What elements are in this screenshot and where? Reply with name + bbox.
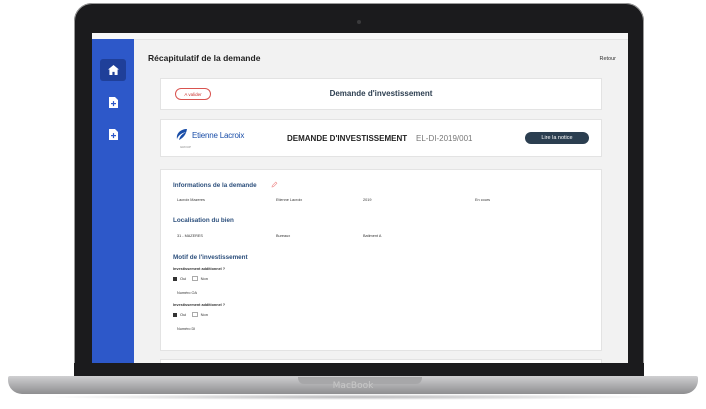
numero-di-label: Numéro DI (177, 327, 196, 331)
sidebar-item-new-request[interactable] (100, 91, 126, 113)
page-title: Récapitulatif de la demande (148, 53, 261, 63)
radio-label-oui: Oui (180, 276, 187, 282)
radio-group-2: Oui Non (173, 312, 208, 318)
radio-non[interactable] (192, 312, 198, 318)
numero-oa-label: Numéro OA (177, 291, 198, 295)
logo-text: Etienne Lacroix (192, 130, 245, 140)
document-add-icon (108, 96, 118, 108)
section-location-title: Localisation du bien (173, 217, 234, 224)
radio-group-1: Oui Non (173, 276, 208, 282)
question-additional-2: Investissement additionnel ? (173, 303, 226, 307)
info-value: En cours (475, 198, 490, 202)
screen-bezel-bottom (74, 363, 644, 376)
radio-oui-selected[interactable] (173, 312, 177, 317)
device-brand-label: MacBook (332, 381, 374, 391)
location-value: 31 - MAZERES (177, 234, 203, 238)
laptop-shadow (40, 394, 666, 400)
location-value: Batiment A (363, 234, 382, 238)
info-value: Etienne Lacroix (276, 198, 303, 202)
radio-label-oui: Oui (180, 312, 187, 318)
info-value: Lacroix Mazeres (177, 198, 205, 202)
radio-label-non: Non (200, 276, 208, 282)
pencil-icon[interactable] (271, 181, 278, 188)
laptop-frame: Récapitulatif de la demande Retour A val… (0, 0, 706, 409)
document-add-icon (108, 128, 118, 140)
main-content: Récapitulatif de la demande Retour A val… (134, 39, 628, 363)
logo-swoosh-icon (176, 129, 187, 140)
section-motive-title: Motif de l'investissement (173, 254, 248, 261)
document-title: DEMANDE D'INVESTISSEMENT (287, 134, 408, 143)
screen: Récapitulatif de la demande Retour A val… (92, 33, 628, 363)
location-value: Bureaux (276, 234, 291, 238)
request-type-title: Demande d'investissement (329, 89, 433, 98)
radio-non[interactable] (192, 276, 198, 282)
home-icon (107, 65, 119, 75)
question-additional-1: Investissement additionnel ? (173, 267, 226, 271)
logo-subtitle: GROUP (180, 145, 192, 149)
section-info-title: Informations de la demande (173, 182, 257, 189)
sidebar-item-home[interactable] (100, 59, 126, 81)
read-notice-button[interactable]: Lire la notice (525, 132, 589, 144)
document-reference: EL-DI-2019/001 (416, 134, 473, 143)
details-card: Informations de la demande Lacroix Mazer… (160, 169, 602, 351)
camera-icon (357, 20, 361, 24)
document-header-card: Etienne Lacroix GROUP DEMANDE D'INVESTIS… (160, 119, 602, 157)
radio-oui-selected[interactable] (173, 276, 177, 281)
radio-label-non: Non (200, 312, 208, 318)
info-value: 2019 (363, 198, 372, 202)
back-link[interactable]: Retour (599, 56, 616, 62)
company-logo: Etienne Lacroix (175, 128, 244, 142)
sidebar-item-requests[interactable] (100, 123, 126, 145)
status-card: A valider Demande d'investissement (160, 78, 602, 110)
sidebar (92, 39, 134, 363)
